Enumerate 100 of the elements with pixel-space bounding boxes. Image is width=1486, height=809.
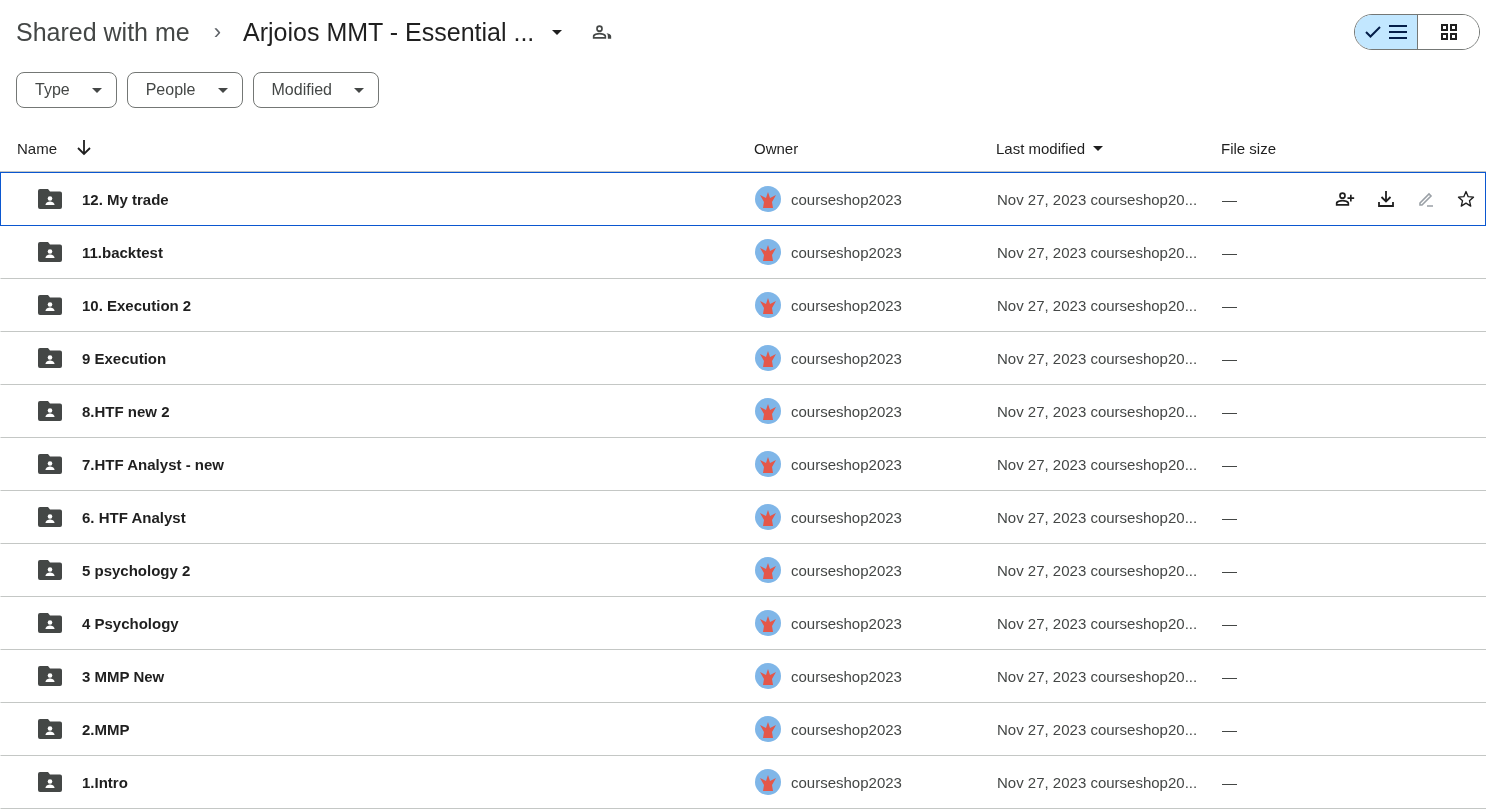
avatar-icon — [755, 292, 781, 318]
shared-folder-icon — [38, 189, 62, 209]
folder-title-dropdown[interactable]: Arjoios MMT - Essential ... — [237, 13, 569, 51]
folder-row[interactable]: 6. HTF Analyst courseshop2023 Nov 27, 2023 courseshop20... — — [0, 491, 1486, 544]
check-icon — [1365, 26, 1381, 38]
modified-text: Nov 27, 2023 courseshop20... — [997, 667, 1198, 685]
folder-name: 4 Psychology — [82, 614, 179, 632]
folder-row[interactable]: 10. Execution 2 courseshop2023 Nov 27, 2023 courseshop20... — — [0, 279, 1486, 332]
modified-text: Nov 27, 2023 courseshop20... — [997, 614, 1198, 632]
filter-chip[interactable]: Modified — [252, 72, 379, 108]
folder-row[interactable]: 3 MMP New courseshop2023 Nov 27, 2023 courseshop20... — — [0, 650, 1486, 703]
file-size: — — [1222, 190, 1237, 208]
folder-row[interactable]: 4 Psychology courseshop2023 Nov 27, 2023 courseshop20... — — [0, 597, 1486, 650]
folder-name: 6. HTF Analyst — [82, 508, 186, 526]
caret-icon — [354, 87, 364, 93]
breadcrumb-link[interactable]: Shared with me — [16, 17, 190, 47]
owner-name: courseshop2023 — [791, 561, 902, 579]
owner-name: courseshop2023 — [791, 508, 902, 526]
avatar-icon — [755, 769, 781, 795]
modified-text: Nov 27, 2023 courseshop20... — [997, 455, 1198, 473]
folder-name: 11.backtest — [82, 243, 163, 261]
folder-row[interactable]: 5 psychology 2 courseshop2023 Nov 27, 2023 courseshop20... — — [0, 544, 1486, 597]
owner-name: courseshop2023 — [791, 402, 902, 420]
avatar-icon — [755, 186, 781, 212]
shared-people-icon — [592, 22, 613, 42]
caret-icon — [1093, 145, 1104, 151]
folder-row[interactable]: 2.MMP courseshop2023 Nov 27, 2023 courseshop20... — — [0, 703, 1486, 756]
avatar-icon — [755, 345, 781, 371]
folder-name: 5 psychology 2 — [82, 561, 191, 579]
file-size: — — [1222, 561, 1237, 579]
download-icon[interactable] — [1377, 190, 1395, 208]
modified-text: Nov 27, 2023 courseshop20... — [997, 508, 1198, 526]
modified-text: Nov 27, 2023 courseshop20... — [997, 402, 1198, 420]
arrow-down-icon — [77, 140, 91, 156]
owner-name: courseshop2023 — [791, 614, 902, 632]
breadcrumb-separator: › — [213, 19, 222, 45]
avatar-icon — [755, 663, 781, 689]
modified-text: Nov 27, 2023 courseshop20... — [997, 296, 1198, 314]
caret-icon — [552, 29, 563, 35]
folder-row[interactable]: 8.HTF new 2 courseshop2023 Nov 27, 2023 courseshop20... — — [0, 385, 1486, 438]
column-header[interactable]: Owner — [754, 139, 799, 157]
avatar-icon — [755, 451, 781, 477]
avatar-icon — [755, 610, 781, 636]
shared-folder-icon — [38, 772, 62, 792]
modified-text: Nov 27, 2023 courseshop20... — [997, 190, 1198, 208]
file-size: — — [1222, 720, 1237, 738]
shared-folder-icon — [38, 613, 62, 633]
caret-icon — [91, 87, 102, 93]
shared-folder-icon — [38, 401, 62, 421]
owner-name: courseshop2023 — [791, 667, 902, 685]
shared-folder-icon — [38, 454, 62, 474]
avatar-icon — [755, 398, 781, 424]
shared-folder-icon — [38, 348, 62, 368]
column-header[interactable]: Last modified — [996, 139, 1086, 157]
file-size: — — [1222, 614, 1237, 632]
folder-name: 2.MMP — [82, 720, 130, 738]
file-size: — — [1222, 773, 1237, 791]
file-size: — — [1222, 402, 1237, 420]
owner-name: courseshop2023 — [791, 455, 902, 473]
caret-icon — [217, 87, 228, 93]
owner-name: courseshop2023 — [791, 296, 902, 314]
folder-row[interactable]: 11.backtest courseshop2023 Nov 27, 2023 courseshop20... — — [0, 226, 1486, 279]
owner-name: courseshop2023 — [791, 720, 902, 738]
shared-folder-icon — [38, 666, 62, 686]
modified-text: Nov 27, 2023 courseshop20... — [997, 773, 1198, 791]
add-person-icon[interactable] — [1335, 189, 1355, 209]
folder-name: 12. My trade — [82, 190, 169, 208]
modified-text: Nov 27, 2023 courseshop20... — [997, 720, 1198, 738]
folder-row[interactable]: 1.Intro courseshop2023 Nov 27, 2023 courseshop20... — — [0, 756, 1486, 809]
folder-name: 9 Execution — [82, 349, 167, 367]
shared-folder-icon — [38, 719, 62, 739]
folder-row[interactable]: 9 Execution courseshop2023 Nov 27, 2023 courseshop20... — — [0, 332, 1486, 385]
star-icon[interactable] — [1457, 190, 1475, 208]
filter-chip[interactable]: People — [126, 72, 243, 108]
avatar-icon — [755, 557, 781, 583]
shared-folder-icon — [38, 560, 62, 580]
filter-chip[interactable]: Type — [16, 72, 117, 108]
folder-row[interactable]: 7.HTF Analyst - new courseshop2023 Nov 27, 2023 courseshop20... — — [0, 438, 1486, 491]
folder-name: 3 MMP New — [82, 667, 165, 685]
shared-folder-icon — [38, 507, 62, 527]
folder-name: 1.Intro — [82, 773, 128, 791]
folder-row[interactable]: 12. My trade courseshop2023 Nov 27, 2023 courseshop20... — — [0, 172, 1486, 226]
modified-text: Nov 27, 2023 courseshop20... — [997, 349, 1198, 367]
folder-name: 8.HTF new 2 — [82, 402, 170, 420]
pencil-icon[interactable] — [1417, 190, 1435, 208]
avatar-icon — [755, 239, 781, 265]
file-size: — — [1222, 243, 1237, 261]
column-header[interactable]: Name — [17, 139, 57, 157]
list-view-button[interactable] — [1355, 15, 1417, 49]
view-toggle[interactable] — [1354, 14, 1480, 50]
folder-name: 10. Execution 2 — [82, 296, 192, 314]
file-size: — — [1222, 667, 1237, 685]
file-size: — — [1222, 296, 1237, 314]
column-header[interactable]: File size — [1221, 139, 1276, 157]
grid-view-button[interactable] — [1417, 15, 1479, 49]
avatar-icon — [755, 504, 781, 530]
grid-icon — [1440, 24, 1457, 40]
file-size: — — [1222, 508, 1237, 526]
file-size: — — [1222, 349, 1237, 367]
owner-name: courseshop2023 — [791, 190, 902, 208]
